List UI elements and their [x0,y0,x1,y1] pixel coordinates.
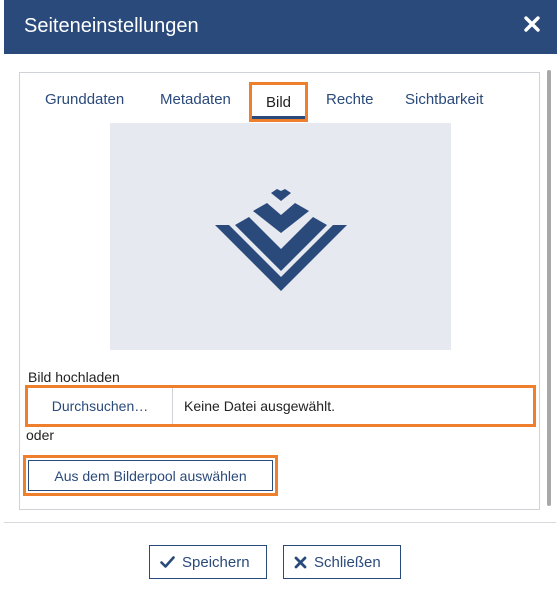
chevron-logo-placeholder-icon [214,188,347,291]
footer-divider [4,522,556,523]
save-button-label: Speichern [182,553,250,571]
tab-metadaten[interactable]: Metadaten [160,91,231,108]
tab-grunddaten[interactable]: Grunddaten [45,91,124,108]
image-preview [110,123,451,350]
file-upload-field[interactable]: Durchsuchen… Keine Datei ausgewählt. [25,385,536,427]
tab-bar: Grunddaten Metadaten Bild Rechte Sichtba… [20,73,539,123]
dialog-title: Seiteneinstellungen [24,15,199,37]
x-icon [294,556,307,569]
browse-button[interactable]: Durchsuchen… [28,388,173,424]
checkmark-icon [160,556,175,568]
pool-button-label: Aus dem Bilderpool auswählen [54,467,247,484]
tab-bild[interactable]: Bild [249,82,309,122]
close-button[interactable]: Schließen [283,545,401,579]
save-button[interactable]: Speichern [149,545,267,579]
close-icon[interactable] [521,13,543,35]
tab-bild-label: Bild [266,94,292,111]
active-tab-indicator [252,116,306,119]
file-status-text: Keine Datei ausgewählt. [184,398,335,414]
dialog-titlebar: Seiteneinstellungen [4,0,557,54]
close-button-label: Schließen [314,553,381,571]
tab-sichtbarkeit[interactable]: Sichtbarkeit [405,91,483,108]
image-pool-button[interactable]: Aus dem Bilderpool auswählen [23,455,278,496]
dialog-body: Grunddaten Metadaten Bild Rechte Sichtba… [19,72,540,510]
upload-label: Bild hochladen [28,369,120,385]
tab-rechte[interactable]: Rechte [326,91,374,108]
or-label: oder [26,427,55,443]
scrollbar[interactable] [547,70,551,506]
